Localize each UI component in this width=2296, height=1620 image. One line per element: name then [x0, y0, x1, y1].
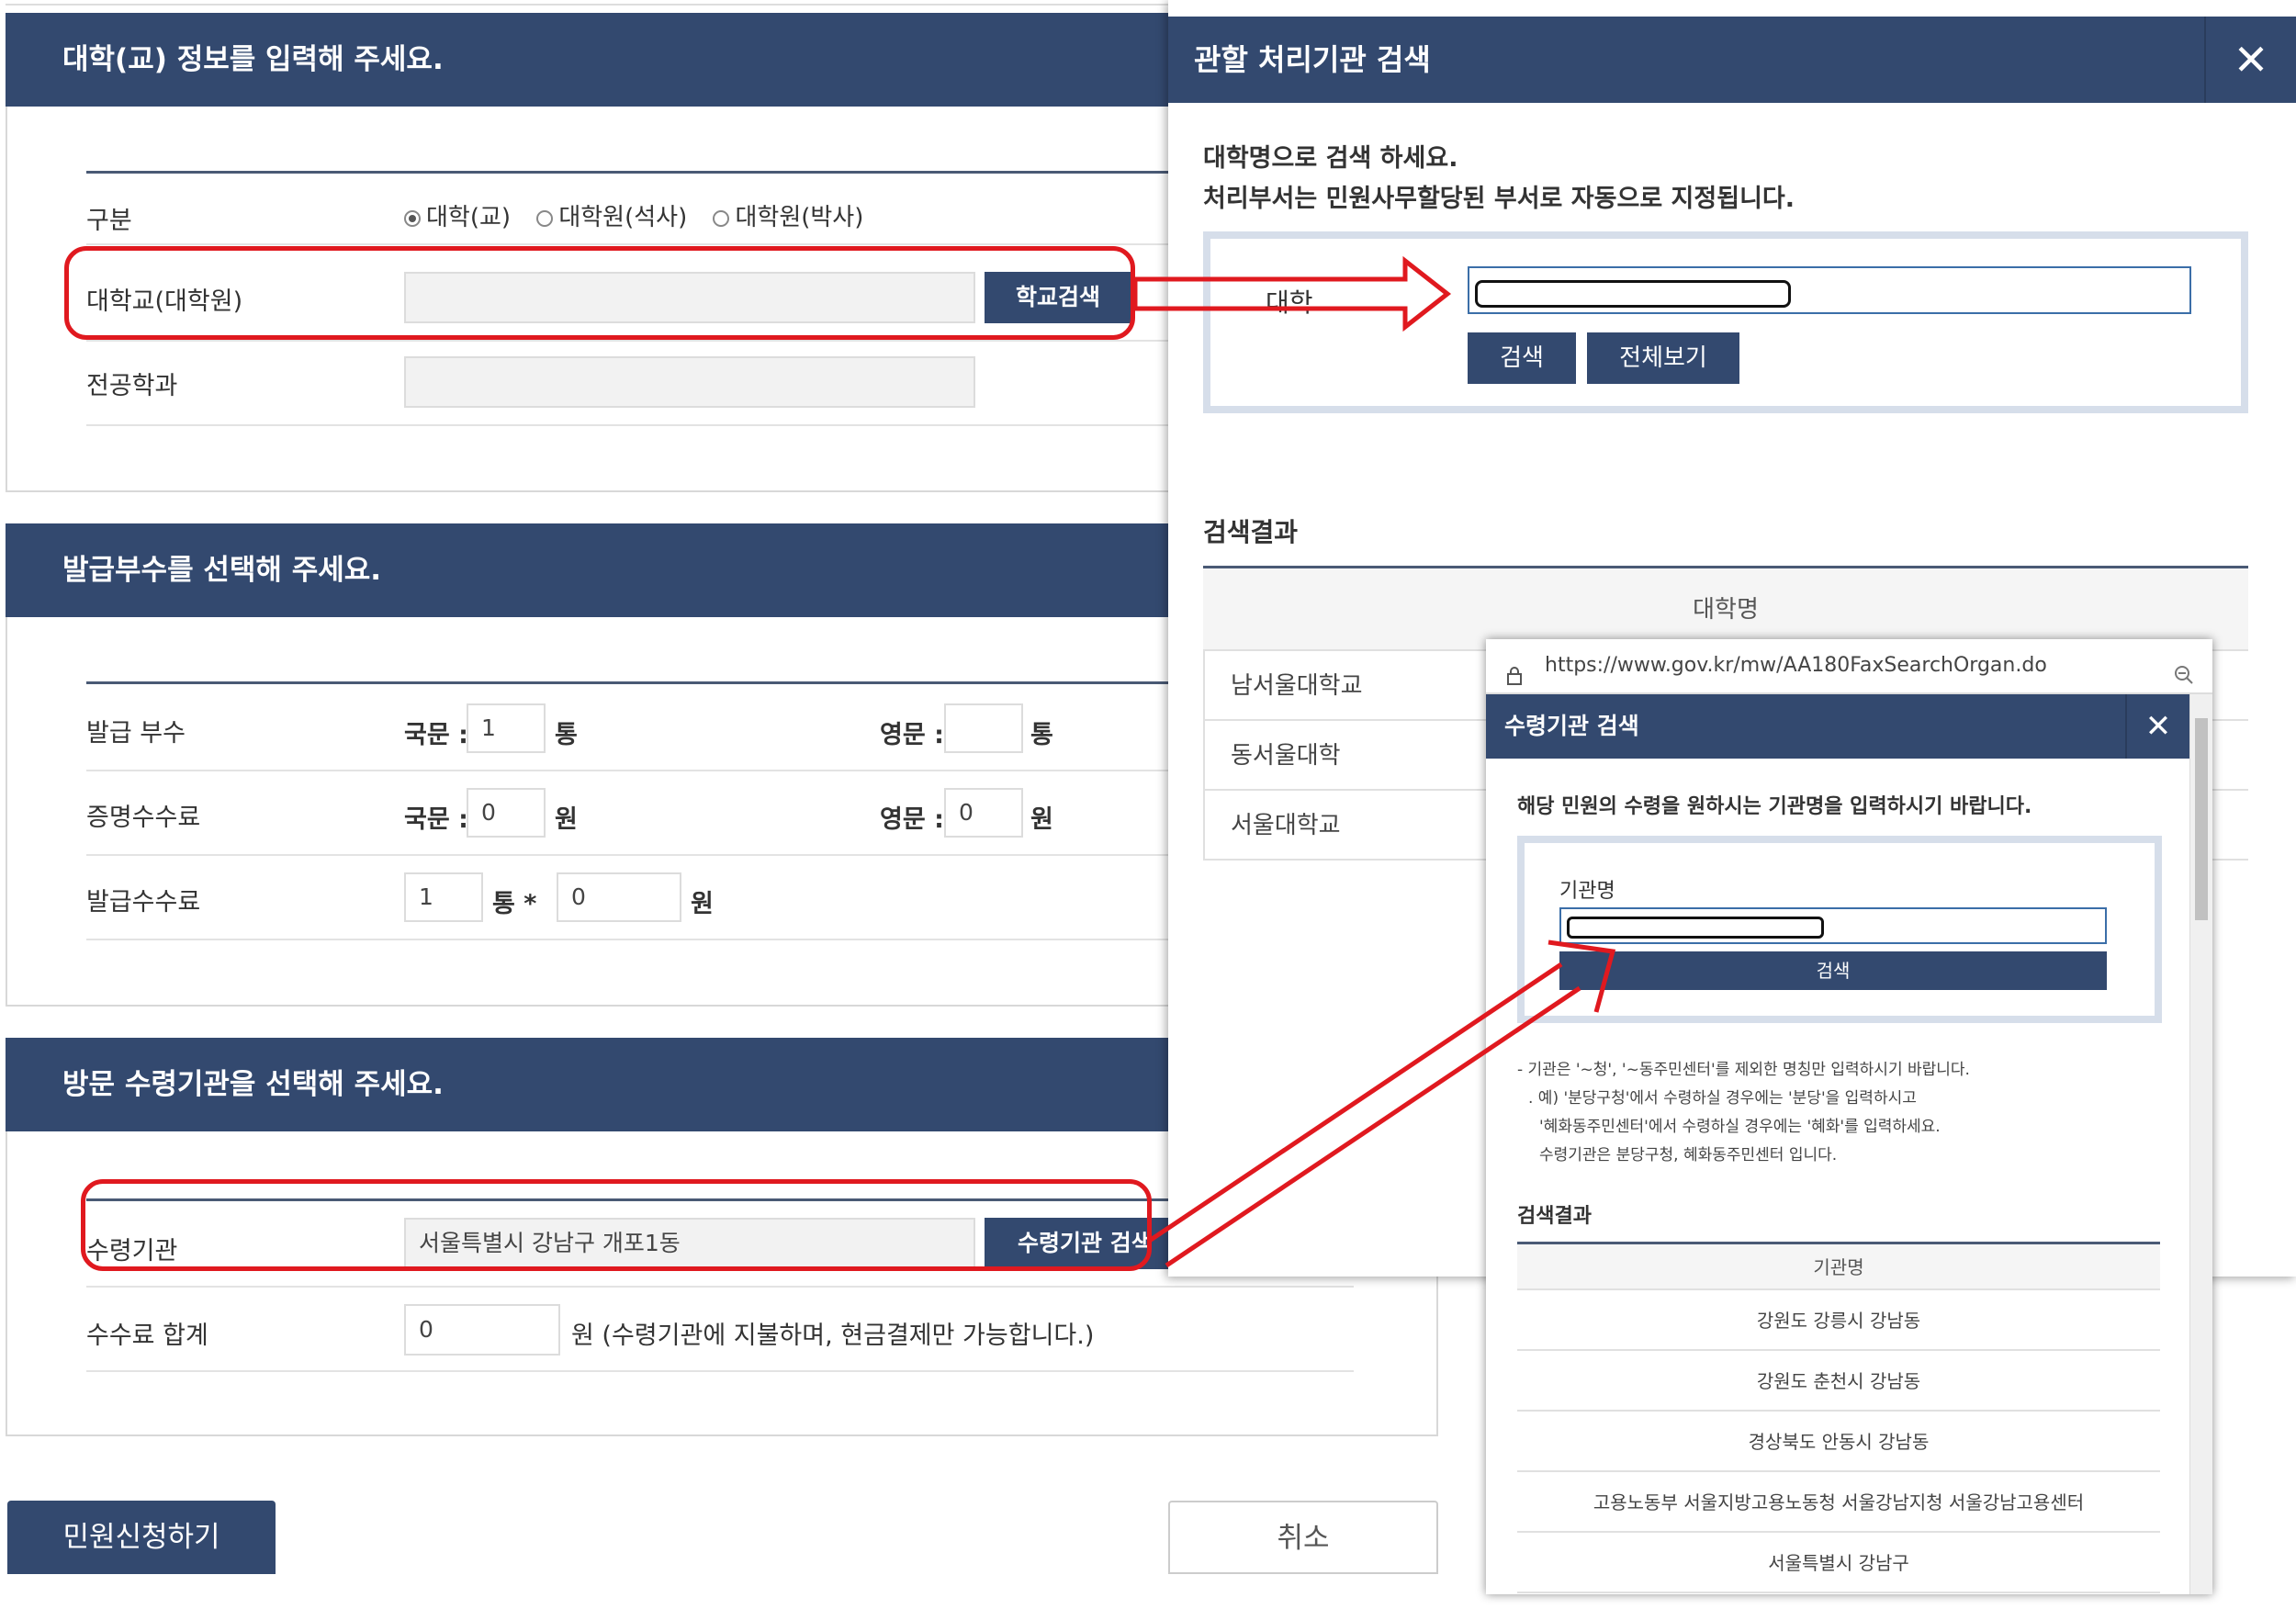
arrow-to-agency-input: [1146, 939, 1616, 1268]
annotation-arrows: [1132, 255, 1616, 1268]
arrow-to-univ-input: [1132, 255, 1452, 332]
